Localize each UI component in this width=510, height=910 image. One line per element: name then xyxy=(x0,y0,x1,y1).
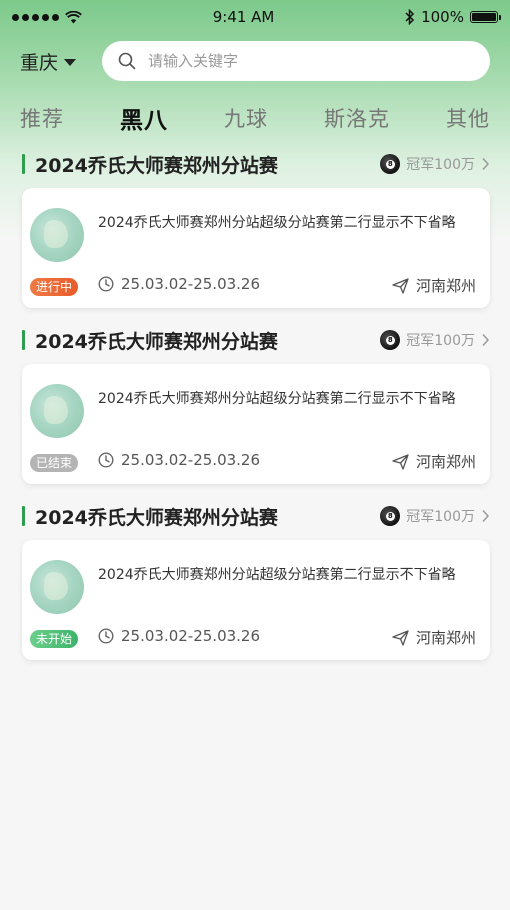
status-badge: 未开始 xyxy=(30,630,79,648)
event-location: 河南郑州 xyxy=(415,629,476,647)
section-title: 2024乔氏大师赛郑州分站赛 xyxy=(35,154,278,177)
section-accent-bar xyxy=(22,154,25,174)
chevron-right-icon xyxy=(482,509,490,523)
tab-nine-ball[interactable]: 九球 xyxy=(224,103,268,133)
battery-percent: 100% xyxy=(421,8,464,26)
status-badge: 进行中 xyxy=(30,278,79,296)
chevron-right-icon xyxy=(482,157,490,171)
event-location: 河南郑州 xyxy=(415,453,476,471)
location-arrow-icon xyxy=(392,629,409,646)
clock-icon xyxy=(98,452,114,468)
tournament-section-header[interactable]: 2024乔氏大师赛郑州分站赛 8 冠军100万 xyxy=(0,502,510,530)
event-title: 2024乔氏大师赛郑州分站超级分站赛第二行显示不下省略 xyxy=(98,567,456,583)
prize-label: 冠军100万 xyxy=(406,333,475,349)
status-bar: 9:41 AM 100% xyxy=(0,0,510,34)
tournament-section-header[interactable]: 2024乔氏大师赛郑州分站赛 8 冠军100万 xyxy=(0,326,510,354)
tab-recommend[interactable]: 推荐 xyxy=(20,103,64,133)
category-tabs: 推荐 黑八 九球 斯洛克 其他 xyxy=(0,98,510,138)
event-location: 河南郑州 xyxy=(415,277,476,295)
event-thumbnail xyxy=(30,208,84,262)
location-arrow-icon xyxy=(392,453,409,470)
bluetooth-icon xyxy=(405,9,415,25)
location-arrow-icon xyxy=(392,277,409,294)
event-card[interactable]: 2024乔氏大师赛郑州分站超级分站赛第二行显示不下省略 进行中 25.03.02… xyxy=(22,188,490,308)
event-date: 25.03.02-25.03.26 xyxy=(121,451,261,469)
tab-eight-ball[interactable]: 黑八 xyxy=(120,101,168,135)
event-thumbnail xyxy=(30,384,84,438)
search-input[interactable] xyxy=(146,51,474,71)
prize-label: 冠军100万 xyxy=(406,509,475,525)
section-accent-bar xyxy=(22,506,25,526)
search-icon xyxy=(118,52,136,70)
signal-icon xyxy=(12,13,59,21)
event-thumbnail xyxy=(30,560,84,614)
status-badge: 已结束 xyxy=(30,454,79,472)
event-date: 25.03.02-25.03.26 xyxy=(121,627,261,645)
wifi-icon xyxy=(65,10,82,23)
event-title: 2024乔氏大师赛郑州分站超级分站赛第二行显示不下省略 xyxy=(98,215,456,231)
header: 重庆 xyxy=(0,34,510,84)
chevron-right-icon xyxy=(482,333,490,347)
status-time: 9:41 AM xyxy=(212,8,275,26)
battery-icon xyxy=(469,11,501,23)
event-date: 25.03.02-25.03.26 xyxy=(121,275,261,293)
prize-label: 冠军100万 xyxy=(406,157,475,173)
section-accent-bar xyxy=(22,330,25,350)
section-title: 2024乔氏大师赛郑州分站赛 xyxy=(35,330,278,353)
eight-ball-icon: 8 xyxy=(380,154,401,174)
clock-icon xyxy=(98,276,114,292)
city-label: 重庆 xyxy=(20,51,59,74)
city-selector[interactable]: 重庆 xyxy=(20,48,102,75)
tab-snooker[interactable]: 斯洛克 xyxy=(324,103,390,133)
event-card[interactable]: 2024乔氏大师赛郑州分站超级分站赛第二行显示不下省略 未开始 25.03.02… xyxy=(22,540,490,660)
event-card[interactable]: 2024乔氏大师赛郑州分站超级分站赛第二行显示不下省略 已结束 25.03.02… xyxy=(22,364,490,484)
tournament-section-header[interactable]: 2024乔氏大师赛郑州分站赛 8 冠军100万 xyxy=(0,150,510,178)
clock-icon xyxy=(98,628,114,644)
eight-ball-icon: 8 xyxy=(380,330,401,350)
eight-ball-icon: 8 xyxy=(380,506,401,526)
search-bar[interactable] xyxy=(102,41,490,81)
event-title: 2024乔氏大师赛郑州分站超级分站赛第二行显示不下省略 xyxy=(98,391,456,407)
tab-other[interactable]: 其他 xyxy=(446,103,490,133)
caret-down-icon xyxy=(64,58,77,66)
section-title: 2024乔氏大师赛郑州分站赛 xyxy=(35,506,278,529)
